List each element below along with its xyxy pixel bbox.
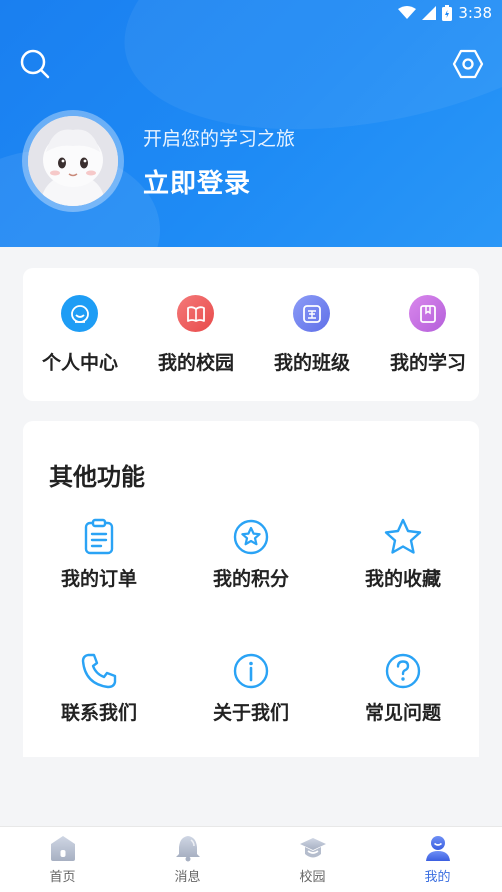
signal-icon: [422, 6, 437, 20]
function-label: 常见问题: [364, 702, 441, 724]
function-label: 我的收藏: [364, 568, 441, 590]
star-icon: [384, 518, 422, 554]
function-my-orders[interactable]: 我的订单: [23, 517, 175, 637]
notebook-icon: [409, 295, 446, 332]
other-functions-card: 其他功能 我的订单 我的积分 我的收藏 联系我们 关于我们 常见问题: [23, 421, 479, 757]
info-icon: [233, 653, 269, 689]
search-button[interactable]: [18, 47, 52, 81]
graduation-cap-icon: [300, 838, 326, 858]
smile-icon: [61, 295, 98, 332]
status-time: 3:38: [458, 4, 492, 22]
battery-icon: [442, 5, 453, 21]
tab-label: 首页: [49, 870, 76, 885]
tab-label: 我的: [424, 870, 451, 885]
book-open-icon: [177, 295, 214, 332]
function-label: 我的订单: [60, 568, 137, 590]
quick-item-label: 个人中心: [41, 352, 118, 374]
tab-label: 校园: [299, 870, 326, 885]
function-label: 关于我们: [212, 702, 289, 724]
tab-messages[interactable]: 消息: [125, 827, 250, 892]
tab-mine[interactable]: 我的: [375, 827, 500, 892]
search-icon: [20, 49, 50, 79]
login-button[interactable]: 立即登录: [143, 163, 251, 200]
avatar-mascot-icon: [28, 116, 118, 206]
function-faq[interactable]: 常见问题: [327, 651, 479, 771]
class-icon: [293, 295, 330, 332]
settings-button[interactable]: [451, 47, 485, 81]
status-bar: 3:38: [0, 0, 502, 26]
quick-item-my-class[interactable]: 我的班级: [255, 268, 369, 401]
quick-item-label: 我的班级: [273, 352, 350, 374]
settings-hexagon-icon: [452, 49, 484, 79]
clipboard-icon: [84, 518, 114, 555]
function-label: 我的积分: [212, 568, 289, 590]
profile-header: 3:38 开启您的学习之旅 立即登录: [0, 0, 502, 247]
question-icon: [385, 653, 421, 689]
home-icon: [51, 836, 75, 861]
star-badge-icon: [233, 519, 269, 555]
tab-label: 消息: [174, 870, 201, 885]
quick-item-personal-center[interactable]: 个人中心: [23, 268, 137, 401]
function-my-points[interactable]: 我的积分: [175, 517, 327, 637]
function-my-favorites[interactable]: 我的收藏: [327, 517, 479, 637]
quick-menu-card: 个人中心 我的校园 我的班级 我的学习: [23, 268, 479, 401]
user-icon: [426, 836, 450, 861]
function-label: 联系我们: [60, 702, 137, 724]
wifi-icon: [398, 6, 417, 19]
tab-home[interactable]: 首页: [0, 827, 125, 892]
tab-campus[interactable]: 校园: [250, 827, 375, 892]
quick-item-label: 我的学习: [389, 352, 466, 374]
bottom-tab-bar: 首页 消息 校园 我的: [0, 826, 502, 892]
quick-item-my-study[interactable]: 我的学习: [371, 268, 485, 401]
function-contact-us[interactable]: 联系我们: [23, 651, 175, 771]
function-about-us[interactable]: 关于我们: [175, 651, 327, 771]
quick-item-label: 我的校园: [157, 352, 234, 374]
avatar[interactable]: [22, 110, 124, 212]
phone-icon: [81, 653, 117, 689]
quick-item-my-campus[interactable]: 我的校园: [139, 268, 253, 401]
section-title: 其他功能: [49, 463, 145, 491]
bell-icon: [176, 836, 200, 862]
header-subtitle: 开启您的学习之旅: [143, 128, 296, 150]
